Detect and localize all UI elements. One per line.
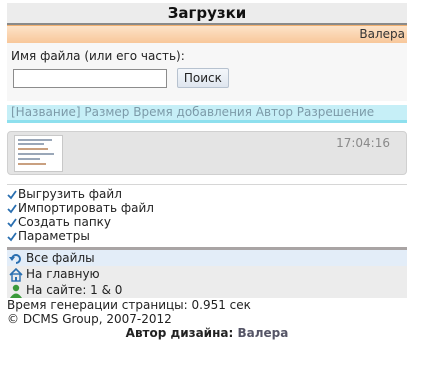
actions-list: Выгрузить файл Импортировать файл Создат… (7, 185, 407, 243)
username-link[interactable]: Валера (359, 27, 405, 41)
online-text: На сайте: 1 & 0 (26, 283, 123, 297)
action-upload-file[interactable]: Выгрузить файл (7, 187, 407, 201)
check-icon (7, 189, 17, 199)
author-name[interactable]: Валера (237, 326, 288, 340)
action-label: Создать папку (18, 215, 112, 229)
home-icon (9, 267, 23, 282)
nav-label: На главную (26, 267, 100, 281)
search-form: Имя файла (или его часть): Поиск (7, 43, 407, 101)
design-author: Автор дизайна: Валера (7, 326, 407, 340)
user-icon (10, 284, 22, 298)
file-time: 17:04:16 (336, 136, 390, 150)
action-label: Выгрузить файл (18, 187, 122, 201)
online-count[interactable]: На сайте: 1 & 0 (7, 282, 407, 298)
check-icon (7, 231, 17, 241)
nav-label: Все файлы (26, 251, 95, 265)
action-parameters[interactable]: Параметры (7, 229, 407, 243)
check-icon (7, 203, 17, 213)
sort-bar[interactable]: [Название] Размер Время добавления Автор… (7, 105, 407, 123)
action-label: Импортировать файл (18, 201, 154, 215)
file-thumbnail[interactable] (14, 135, 63, 172)
search-label: Имя файла (или его часть): (11, 49, 185, 63)
file-item[interactable]: 17:04:16 (7, 131, 407, 175)
user-bar: Валера (7, 25, 407, 43)
page-title: Загрузки (7, 3, 407, 25)
action-import-file[interactable]: Импортировать файл (7, 201, 407, 215)
nav-home[interactable]: На главную (7, 266, 407, 282)
action-label: Параметры (18, 229, 90, 243)
action-create-folder[interactable]: Создать папку (7, 215, 407, 229)
footer: Время генерации страницы: 0.951 сек © DC… (7, 298, 407, 340)
back-arrow-icon (9, 253, 21, 264)
copyright: © DCMS Group, 2007-2012 (7, 312, 172, 326)
check-icon (7, 217, 17, 227)
search-button[interactable]: Поиск (176, 68, 229, 88)
page: Загрузки Валера Имя файла (или его часть… (7, 3, 407, 340)
generation-time: Время генерации страницы: 0.951 сек (7, 298, 251, 312)
nav-all-files[interactable]: Все файлы (7, 250, 407, 266)
search-input[interactable] (13, 68, 167, 88)
author-label: Автор дизайна: (125, 326, 234, 340)
